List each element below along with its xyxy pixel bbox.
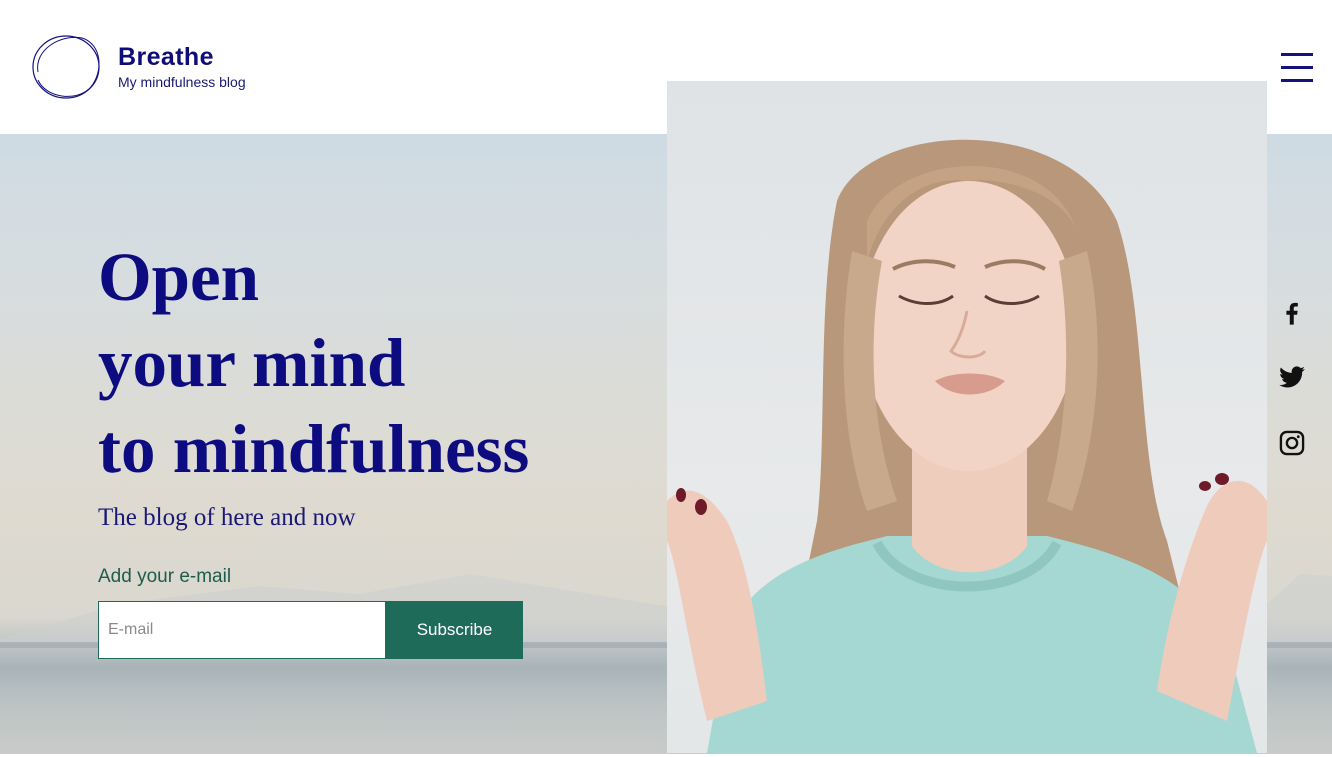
page: Breathe My mindfulness blog Open your mi…	[0, 0, 1332, 757]
twitter-icon[interactable]	[1278, 363, 1306, 391]
menu-bar	[1281, 66, 1313, 69]
headline-line: to mindfulness	[98, 411, 530, 487]
subscribe-button[interactable]: Subscribe	[386, 601, 523, 659]
circle-scribble-icon	[32, 35, 100, 99]
site-title[interactable]: Breathe	[118, 44, 246, 70]
instagram-icon[interactable]	[1278, 429, 1306, 457]
hero-headline: Open your mind to mindfulness	[98, 234, 529, 492]
headline-line: your mind	[98, 325, 406, 401]
menu-bar	[1281, 53, 1313, 56]
logo-link[interactable]: Breathe My mindfulness blog	[30, 32, 246, 102]
facebook-icon[interactable]	[1278, 299, 1306, 327]
site-tagline: My mindfulness blog	[118, 74, 246, 90]
meditation-photo	[667, 81, 1267, 753]
email-input[interactable]	[98, 601, 386, 659]
headline-line: Open	[98, 239, 260, 315]
menu-bar	[1281, 79, 1313, 82]
logo-text: Breathe My mindfulness blog	[118, 44, 246, 90]
email-label: Add your e-mail	[98, 566, 232, 587]
hero-subheadline: The blog of here and now	[98, 504, 356, 531]
hamburger-menu-icon[interactable]	[1280, 50, 1314, 84]
